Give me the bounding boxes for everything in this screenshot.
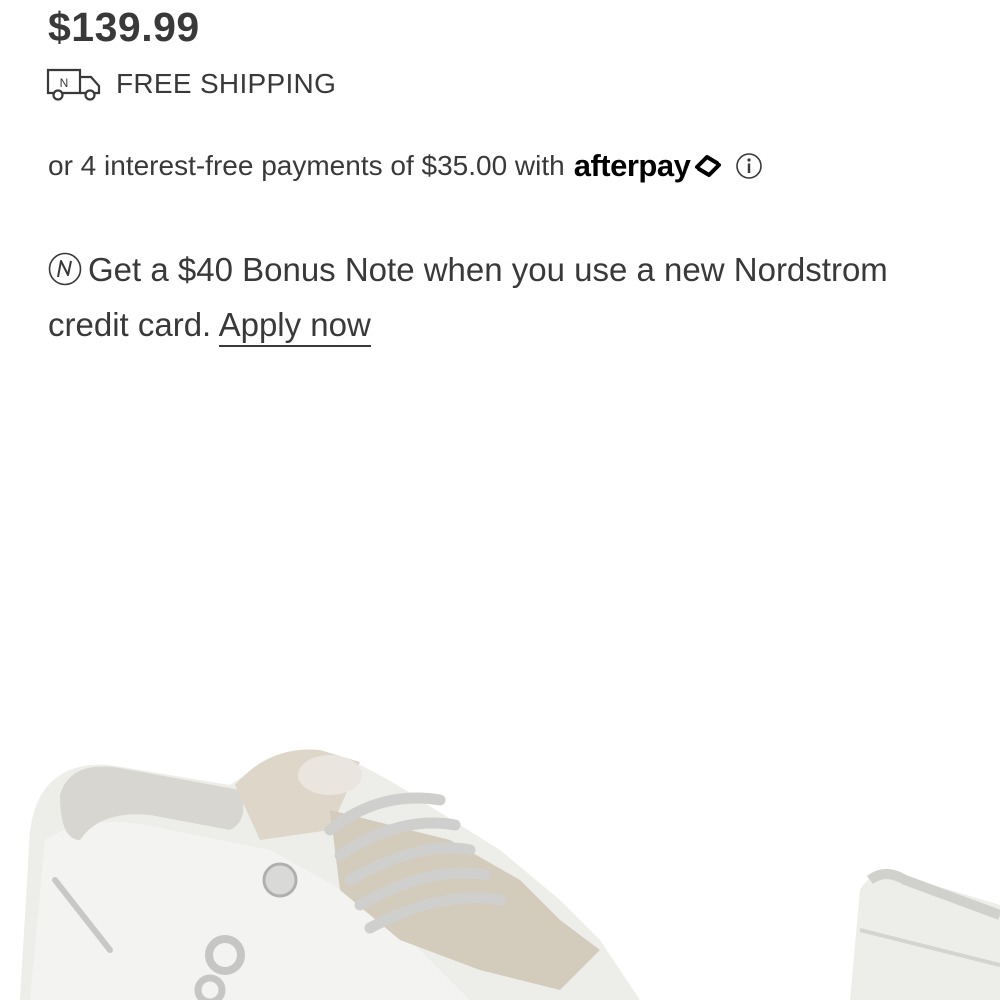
afterpay-logo: afterpay — [573, 148, 691, 183]
free-shipping-label: FREE SHIPPING — [116, 68, 337, 99]
bonus-note-promo: Get a $40 Bonus Note when you use a new … — [48, 242, 948, 352]
shipping-info: N FREE SHIPPING — [46, 66, 336, 102]
nordstrom-n-icon — [48, 252, 82, 286]
product-image — [20, 749, 1000, 1000]
info-icon[interactable] — [735, 152, 763, 180]
bonus-note-text: Get a $40 Bonus Note when you use a new … — [48, 251, 888, 343]
afterpay-arrows-icon — [695, 155, 722, 177]
afterpay-offer: or 4 interest-free payments of $35.00 wi… — [48, 146, 763, 186]
product-price: $139.99 — [48, 4, 200, 50]
svg-text:N: N — [60, 76, 69, 90]
afterpay-payment-text: or 4 interest-free payments of $35.00 wi… — [48, 150, 565, 181]
delivery-truck-icon: N — [46, 68, 101, 101]
apply-now-link[interactable]: Apply now — [218, 306, 371, 347]
